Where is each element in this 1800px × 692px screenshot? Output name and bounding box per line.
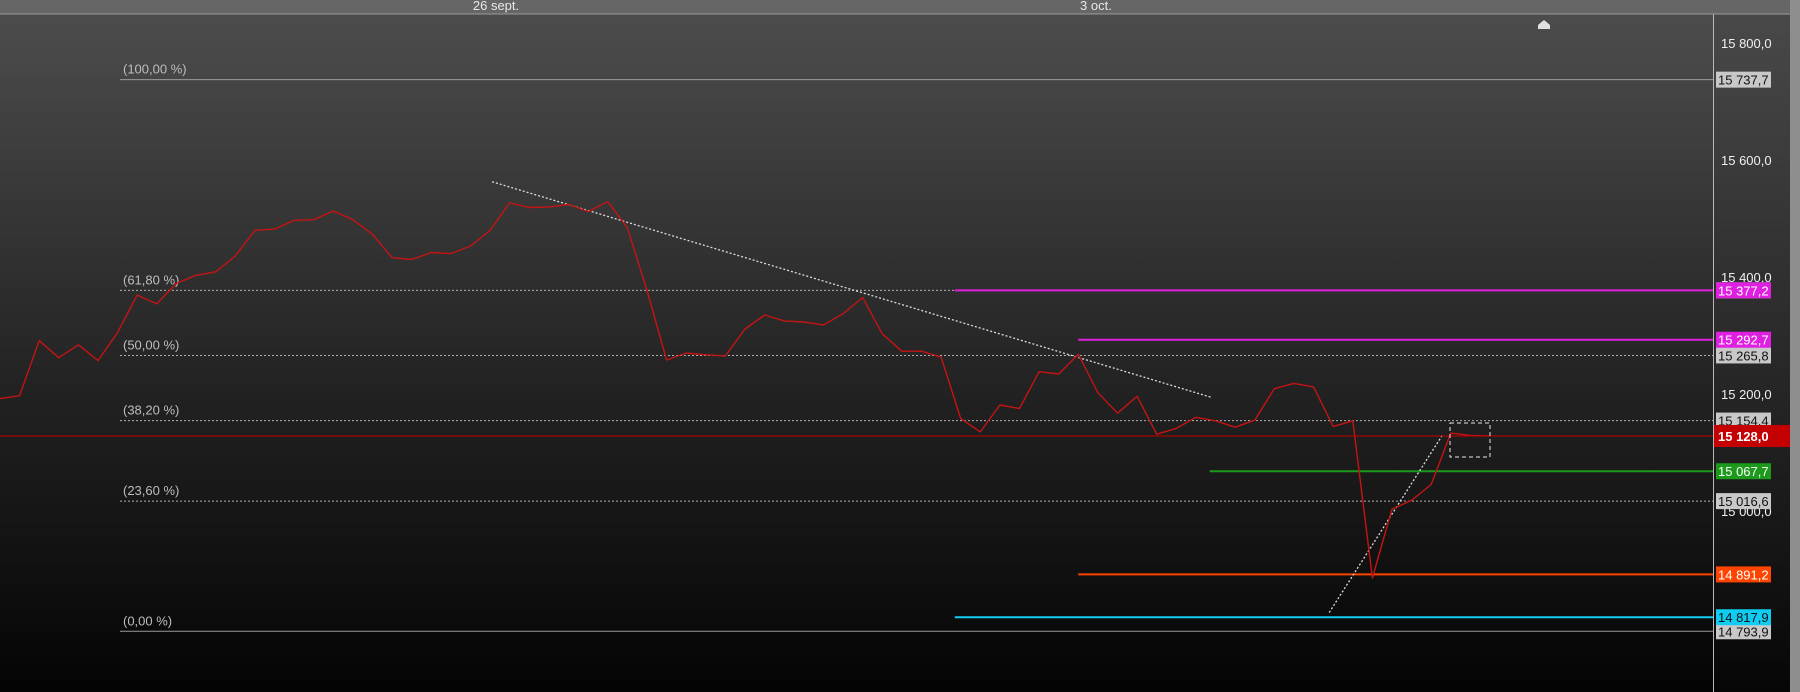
fib-price-label: 15 737,7 [1718, 73, 1769, 88]
level-price-label: 15 377,2 [1718, 283, 1769, 298]
fib-level-label: (38,20 %) [123, 403, 179, 418]
level-price-label: 15 067,7 [1718, 464, 1769, 479]
fib-price-label: 15 265,8 [1718, 348, 1769, 363]
time-tick-label: 26 sept. [473, 0, 519, 13]
level-price-label: 15 292,7 [1718, 333, 1769, 348]
right-scrollbar-strip[interactable] [1790, 0, 1800, 692]
plot-background [0, 0, 1713, 692]
fib-level-label: (23,60 %) [123, 483, 179, 498]
fib-level-label: (61,80 %) [123, 272, 179, 287]
level-price-label: 14 891,2 [1718, 567, 1769, 582]
fib-level-label: (50,00 %) [123, 337, 179, 352]
level-price-label: 14 817,9 [1718, 610, 1769, 625]
price-tick-label: 15 600,0 [1721, 153, 1772, 168]
price-chart[interactable]: 26 sept. 3 oct. 15 800,015 600,015 400,01… [0, 0, 1800, 692]
fib-price-label: 15 016,6 [1718, 494, 1769, 509]
price-tick-label: 15 800,0 [1721, 36, 1772, 51]
price-tick-label: 15 200,0 [1721, 387, 1772, 402]
time-tick-label: 3 oct. [1080, 0, 1112, 13]
fib-price-label: 14 793,9 [1718, 624, 1769, 639]
fib-level-label: (0,00 %) [123, 613, 172, 628]
fib-level-label: (100,00 %) [123, 62, 187, 77]
current-price-label: 15 128,0 [1718, 429, 1769, 444]
top-time-axis [0, 0, 1790, 14]
